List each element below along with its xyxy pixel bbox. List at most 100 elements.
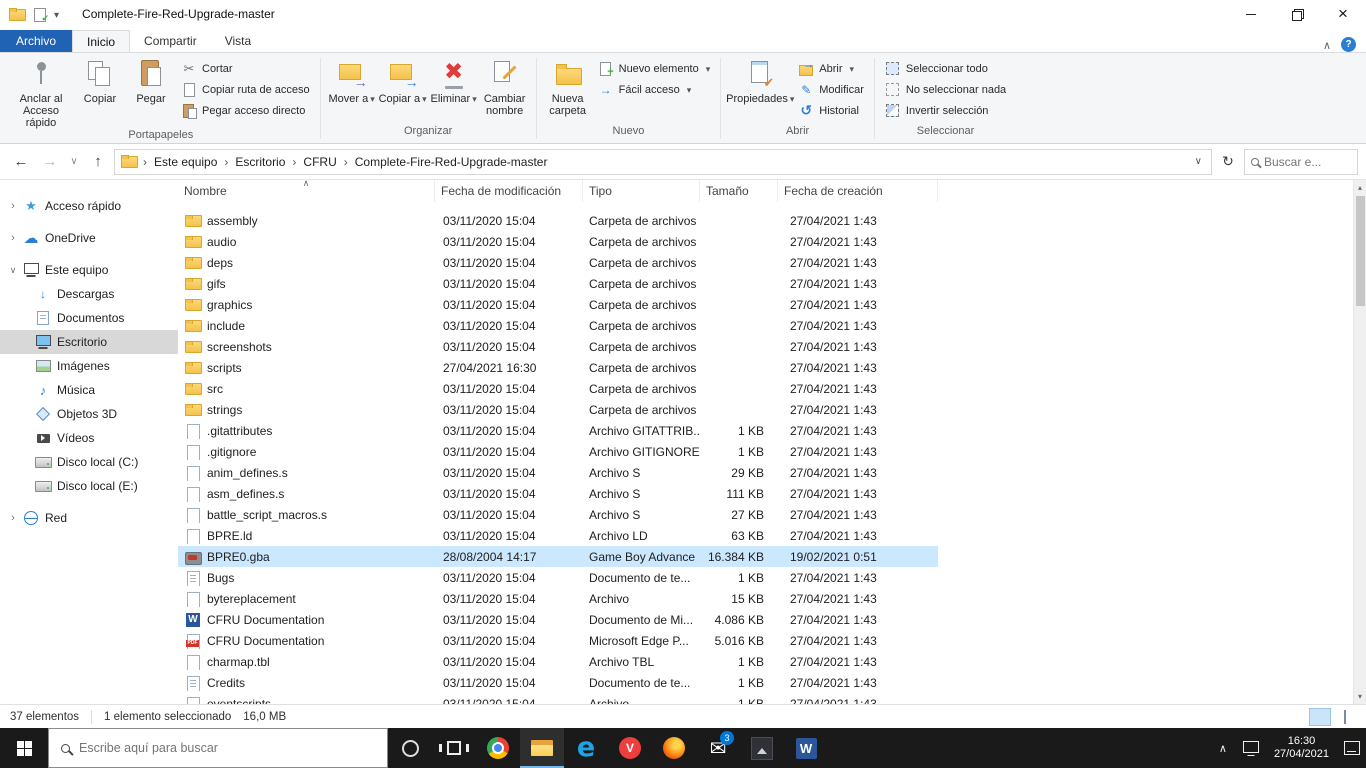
file-row[interactable]: audio 03/11/2020 15:04 Carpeta de archiv… — [178, 231, 938, 252]
column-header-size[interactable]: Tamaño — [700, 180, 778, 202]
close-button[interactable] — [1320, 0, 1366, 28]
sidebar-item[interactable]: Documentos — [0, 306, 178, 330]
file-row[interactable]: battle_script_macros.s 03/11/2020 15:04 … — [178, 504, 938, 525]
column-header-name[interactable]: Nombre — [178, 180, 435, 202]
file-row[interactable]: charmap.tbl 03/11/2020 15:04 Archivo TBL… — [178, 651, 938, 672]
paste-shortcut-button[interactable]: Pegar acceso directo — [177, 100, 314, 121]
history-button[interactable]: Historial — [794, 100, 868, 121]
thumbnails-view-button[interactable] — [1334, 708, 1356, 726]
help-icon[interactable] — [1341, 37, 1356, 52]
file-row[interactable]: Credits 03/11/2020 15:04 Documento de te… — [178, 672, 938, 693]
rename-button[interactable]: Cambiar nombre — [480, 57, 530, 117]
column-header-created[interactable]: Fecha de creación — [778, 180, 938, 202]
file-row[interactable]: .gitignore 03/11/2020 15:04 Archivo GITI… — [178, 441, 938, 462]
sidebar-item[interactable]: Este equipo — [0, 258, 178, 282]
firefox-button[interactable] — [652, 728, 696, 768]
move-to-button[interactable]: Mover a — [327, 57, 377, 105]
tab-vista[interactable]: Vista — [211, 30, 265, 52]
edit-button[interactable]: Modificar — [794, 79, 868, 100]
column-header-modified[interactable]: Fecha de modificación — [435, 180, 583, 202]
search-box[interactable] — [1244, 149, 1358, 175]
word-button[interactable] — [784, 728, 828, 768]
invert-selection-button[interactable]: Invertir selección — [881, 100, 1010, 121]
vertical-scrollbar[interactable] — [1353, 180, 1366, 704]
sidebar-item[interactable]: Descargas — [0, 282, 178, 306]
new-folder-button[interactable]: Nueva carpeta — [543, 57, 593, 117]
file-row[interactable]: include 03/11/2020 15:04 Carpeta de arch… — [178, 315, 938, 336]
open-button[interactable]: Abrir — [794, 58, 868, 79]
recent-locations-button[interactable] — [66, 149, 82, 175]
sidebar-item[interactable]: OneDrive — [0, 226, 178, 250]
file-row[interactable]: BPRE0.gba 28/08/2004 14:17 Game Boy Adva… — [178, 546, 938, 567]
cortana-button[interactable] — [388, 728, 432, 768]
mail-button[interactable]: 3 — [696, 728, 740, 768]
quick-access-toolbar-caret-icon[interactable] — [54, 7, 59, 21]
column-header-type[interactable]: Tipo — [583, 180, 700, 202]
select-all-button[interactable]: Seleccionar todo — [881, 58, 1010, 79]
breadcrumb-segment[interactable]: Complete-Fire-Red-Upgrade-master — [339, 155, 550, 169]
file-row[interactable]: strings 03/11/2020 15:04 Carpeta de arch… — [178, 399, 938, 420]
file-row[interactable]: BPRE.ld 03/11/2020 15:04 Archivo LD 63 K… — [178, 525, 938, 546]
quick-access-properties-icon[interactable] — [33, 7, 47, 21]
taskbar-search[interactable] — [48, 728, 388, 768]
file-row[interactable]: gifs 03/11/2020 15:04 Carpeta de archivo… — [178, 273, 938, 294]
select-none-button[interactable]: No seleccionar nada — [881, 79, 1010, 100]
sidebar-item[interactable]: Disco local (C:) — [0, 450, 178, 474]
pin-quick-access-button[interactable]: Anclar al Acceso rápido — [8, 57, 74, 129]
cut-button[interactable]: Cortar — [177, 58, 314, 79]
action-center-button[interactable] — [1338, 728, 1366, 768]
sidebar-chevron-icon[interactable] — [8, 232, 18, 244]
sidebar-item[interactable]: Red — [0, 506, 178, 530]
sidebar-chevron-icon[interactable] — [8, 264, 18, 276]
vivaldi-button[interactable] — [608, 728, 652, 768]
taskbar-search-input[interactable] — [79, 741, 375, 755]
file-row[interactable]: Bugs 03/11/2020 15:04 Documento de te...… — [178, 567, 938, 588]
back-button[interactable] — [8, 149, 34, 175]
up-button[interactable] — [85, 149, 111, 175]
file-row[interactable]: .gitattributes 03/11/2020 15:04 Archivo … — [178, 420, 938, 441]
file-explorer-button[interactable] — [520, 728, 564, 768]
sidebar-item[interactable]: Objetos 3D — [0, 402, 178, 426]
photos-button[interactable] — [740, 728, 784, 768]
delete-button[interactable]: Eliminar — [429, 57, 479, 105]
file-row[interactable]: deps 03/11/2020 15:04 Carpeta de archivo… — [178, 252, 938, 273]
scroll-down-icon[interactable] — [1354, 689, 1366, 704]
copy-path-button[interactable]: Copiar ruta de acceso — [177, 79, 314, 100]
breadcrumb-segment[interactable]: Este equipo — [138, 155, 219, 169]
sidebar-item[interactable]: Imágenes — [0, 354, 178, 378]
start-button[interactable] — [0, 728, 48, 768]
copy-to-button[interactable]: Copiar a — [378, 57, 428, 105]
sidebar-chevron-icon[interactable] — [8, 512, 18, 524]
new-item-button[interactable]: Nuevo elemento — [594, 58, 715, 79]
sidebar-item[interactable]: Acceso rápido — [0, 194, 178, 218]
restore-button[interactable] — [1274, 0, 1320, 28]
file-row[interactable]: graphics 03/11/2020 15:04 Carpeta de arc… — [178, 294, 938, 315]
sidebar-item[interactable]: Escritorio — [0, 330, 178, 354]
scrollbar-thumb[interactable] — [1356, 196, 1365, 306]
tab-inicio[interactable]: Inicio — [72, 30, 130, 52]
file-row[interactable]: CFRU Documentation 03/11/2020 15:04 Docu… — [178, 609, 938, 630]
ribbon-collapse-icon[interactable] — [1323, 38, 1331, 52]
file-row[interactable]: bytereplacement 03/11/2020 15:04 Archivo… — [178, 588, 938, 609]
details-view-button[interactable] — [1309, 708, 1331, 726]
sidebar-item[interactable]: Vídeos — [0, 426, 178, 450]
file-row[interactable]: CFRU Documentation 03/11/2020 15:04 Micr… — [178, 630, 938, 651]
file-row[interactable]: src 03/11/2020 15:04 Carpeta de archivos… — [178, 378, 938, 399]
sidebar-item[interactable]: Música — [0, 378, 178, 402]
file-row[interactable]: eventscripts 03/11/2020 15:04 Archivo 1 … — [178, 693, 938, 704]
sidebar-chevron-icon[interactable] — [8, 200, 18, 212]
taskbar-clock[interactable]: 16:30 27/04/2021 — [1265, 728, 1338, 768]
tab-archivo[interactable]: Archivo — [0, 30, 72, 52]
file-row[interactable]: screenshots 03/11/2020 15:04 Carpeta de … — [178, 336, 938, 357]
file-row[interactable]: scripts 27/04/2021 16:30 Carpeta de arch… — [178, 357, 938, 378]
tray-expand-button[interactable] — [1209, 728, 1237, 768]
breadcrumb-segment[interactable]: Escritorio — [219, 155, 287, 169]
minimize-button[interactable] — [1228, 0, 1274, 28]
address-box[interactable]: Este equipo Escritorio CFRU Comp — [114, 149, 1212, 175]
sidebar-item[interactable]: Disco local (E:) — [0, 474, 178, 498]
edge-button[interactable] — [564, 728, 608, 768]
breadcrumb-segment[interactable]: CFRU — [287, 155, 338, 169]
scroll-up-icon[interactable] — [1354, 180, 1366, 195]
task-view-button[interactable] — [432, 728, 476, 768]
refresh-button[interactable] — [1215, 149, 1241, 175]
